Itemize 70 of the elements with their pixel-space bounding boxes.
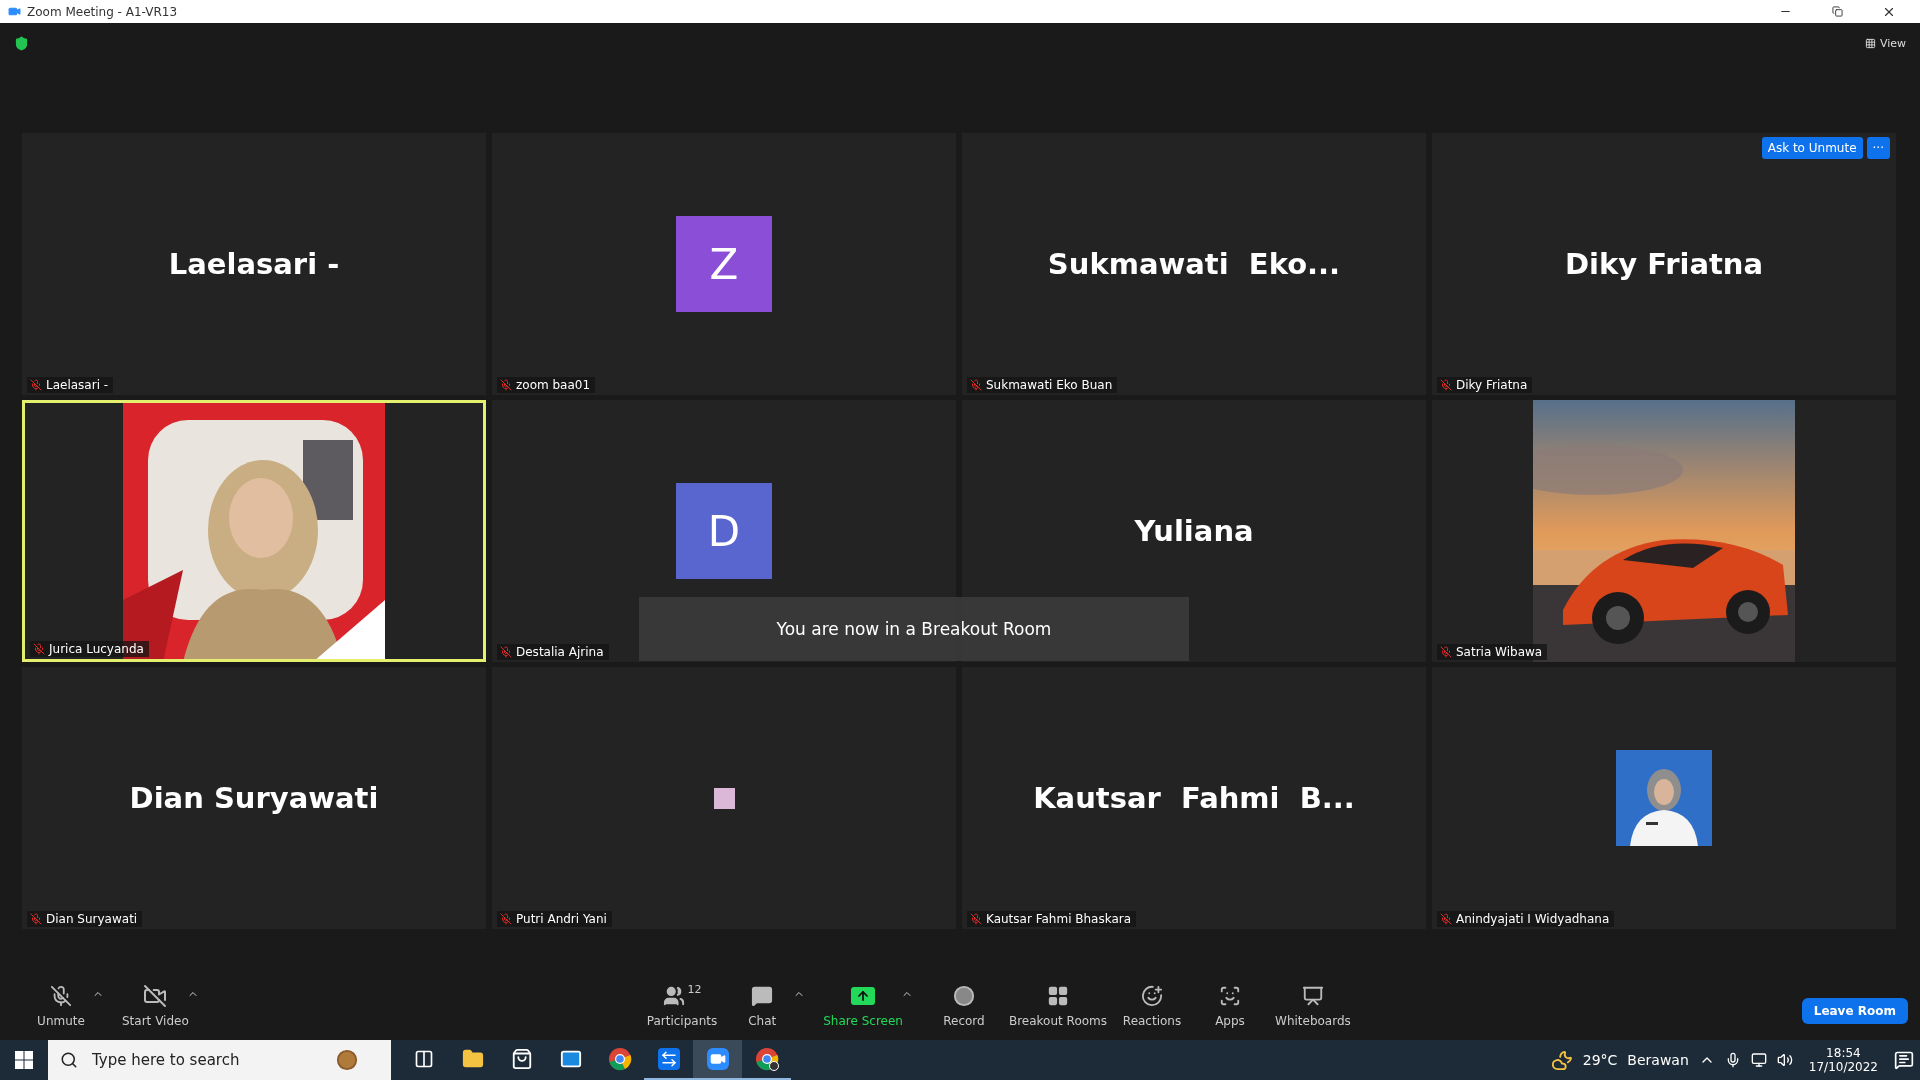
temperature: 29°C [1582, 1052, 1618, 1068]
avatar: D [676, 483, 772, 579]
ask-to-unmute-button[interactable]: Ask to Unmute [1761, 137, 1863, 159]
date: 17/10/2022 [1808, 1060, 1878, 1074]
window-title: Zoom Meeting - A1-VR13 [27, 4, 179, 19]
remote-icon [657, 1048, 680, 1070]
participant-label: Laelasari - [46, 378, 109, 392]
toolbar-button[interactable]: Chat [723, 983, 802, 1028]
toolbar-button[interactable]: Start Video [116, 983, 195, 1028]
toolbar-button[interactable]: Reactions [1113, 983, 1191, 1028]
participant-label: Sukmawati Eko Buan [986, 378, 1113, 392]
weather-icon [1550, 1049, 1573, 1071]
avatar: Z [676, 216, 772, 312]
browser-icon [607, 1047, 632, 1071]
view-button[interactable]: View [1862, 34, 1908, 52]
participant-label: Putri Andri Yani [516, 912, 607, 926]
toolbar-button[interactable]: 12 Participants [640, 983, 724, 1028]
people-icon [662, 985, 685, 1007]
more-button[interactable]: ··· [1866, 137, 1890, 159]
toolbar-button[interactable]: Breakout Rooms [1002, 983, 1113, 1028]
toolbar-button[interactable]: Record [924, 983, 1003, 1028]
taskbar-app[interactable] [693, 1040, 742, 1080]
search-bar[interactable]: Type here to search [48, 1040, 391, 1080]
participant-label: Kautsar Fahmi Bhaskara [986, 912, 1132, 926]
task-view-icon [413, 1049, 434, 1069]
leave-room-button[interactable]: Leave Room [1801, 998, 1908, 1024]
participant-label: Diky Friatna [1456, 378, 1528, 392]
participant-name: Kautsar Fahmi B... [1033, 781, 1355, 815]
participant-name: Yuliana [1134, 514, 1254, 548]
smiley-icon [1141, 985, 1163, 1007]
folder-icon [461, 1048, 484, 1070]
browser-profile-icon [754, 1047, 779, 1071]
participant-name: Diky Friatna [1564, 247, 1764, 281]
participant-name: Dian Suryawati [129, 781, 379, 815]
muted-mic-icon [50, 985, 72, 1007]
time: 18:54 [1826, 1046, 1861, 1060]
volume-icon[interactable] [1776, 1052, 1793, 1068]
search-icon [60, 1051, 78, 1069]
toolbar-button[interactable]: Share Screen [817, 983, 909, 1028]
participant-name: Sukmawati Eko... [1047, 247, 1341, 281]
grid-icon [1864, 37, 1876, 49]
record-icon [952, 985, 975, 1007]
app-icon [8, 5, 21, 18]
participant-label: Destalia Ajrina [516, 645, 604, 659]
participant-name: Laelasari - [168, 247, 340, 281]
restore-icon [1831, 6, 1843, 17]
search-input[interactable]: Type here to search [90, 1050, 324, 1070]
participant-label: Dian Suryawati [46, 912, 138, 926]
toolbar-button[interactable]: Apps [1191, 983, 1269, 1028]
network-icon[interactable] [1750, 1052, 1767, 1068]
toolbar-button[interactable]: Whiteboards [1269, 983, 1357, 1028]
apps-icon [1219, 985, 1241, 1007]
windows-logo-icon [15, 1051, 33, 1069]
clock[interactable]: 18:54 17/10/2022 [1802, 1046, 1884, 1074]
toolbar-button[interactable]: Unmute [22, 983, 100, 1028]
participant-label: Jurica Lucyanda [49, 642, 144, 656]
shield-icon[interactable] [14, 35, 29, 51]
store-icon [510, 1048, 533, 1070]
notification-toast: You are now in a Breakout Room [639, 597, 1189, 661]
weather-label: Berawan [1627, 1052, 1689, 1068]
grid-icon [1047, 985, 1069, 1007]
participant-label: zoom baa01 [516, 378, 591, 392]
video-camera-icon [706, 1048, 729, 1070]
whiteboard-icon [1301, 985, 1324, 1007]
share-screen-icon [851, 987, 876, 1005]
notifications-icon[interactable] [1894, 1050, 1914, 1070]
participant-label: Satria Wibawa [1456, 645, 1543, 659]
video-off-icon [143, 984, 168, 1008]
participant-label: Anindyajati I Widyadhana [1456, 912, 1610, 926]
chat-icon [751, 985, 774, 1007]
